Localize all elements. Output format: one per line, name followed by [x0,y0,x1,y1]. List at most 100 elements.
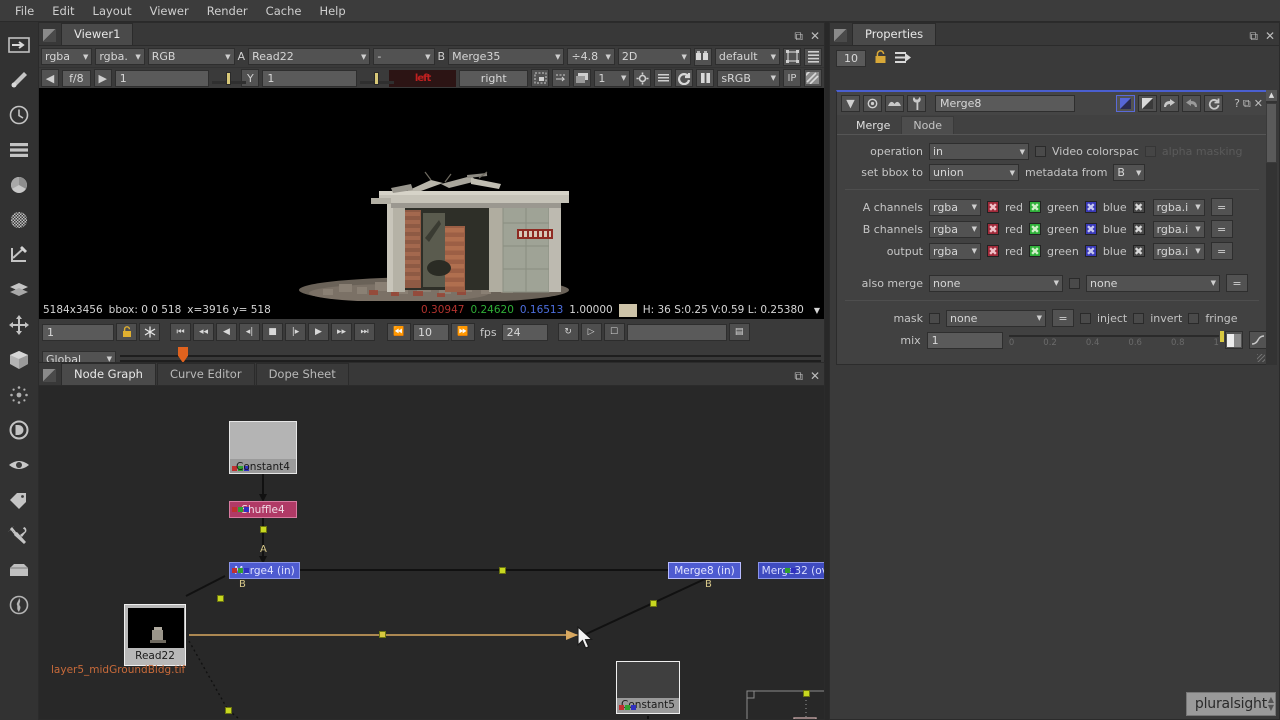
b-channels-dropdown[interactable]: rgba ▼ [929,220,981,238]
watermark-scroll-arrows[interactable]: ▲ ▼ [1268,696,1274,712]
tab-node-graph[interactable]: Node Graph [61,363,156,385]
link-dot[interactable] [217,595,224,602]
tab-dope-sheet[interactable]: Dope Sheet [255,363,349,385]
also-merge-checkbox[interactable] [1069,277,1080,289]
node-read22[interactable]: Read22 [124,604,186,666]
zoom-dropdown[interactable]: ÷4.8 ▼ [567,48,615,65]
menu-viewer[interactable]: Viewer [141,2,198,20]
view-mode-dropdown[interactable]: 2D ▼ [617,48,691,65]
scrollbar-up-icon[interactable]: ▲ [1266,90,1277,101]
merge-icon[interactable] [2,273,36,307]
revert-icon[interactable] [1204,95,1224,112]
viewer-toggle-2-icon[interactable] [1138,95,1158,112]
pause-icon[interactable] [696,69,715,87]
b-green-toggle[interactable]: ✖ [1029,223,1042,236]
close-node-icon[interactable]: ✕ [1254,97,1263,110]
mix-slider[interactable]: 0 0.2 0.4 0.6 0.8 1 [1008,331,1224,349]
node-shuffle4[interactable]: Shuffle4 [229,501,297,518]
timeline-edit-icon[interactable]: ▤ [728,323,750,341]
node-merge32[interactable]: Merge32 (ove [758,562,824,579]
float-panel-icon[interactable]: ⧉ [1249,30,1258,42]
metadata-from-dropdown[interactable]: B ▼ [1113,164,1146,181]
invert-checkbox[interactable] [1133,312,1145,324]
stripes-icon[interactable] [803,69,822,87]
3d-icon[interactable] [2,343,36,377]
gamma-slider[interactable] [359,71,394,86]
panel-grip-icon[interactable] [43,369,56,382]
panel-grip-icon[interactable] [834,29,847,42]
also-merge-equals-button[interactable]: = [1226,274,1248,292]
a-channels-equals-button[interactable]: = [1210,198,1233,216]
output-extra-dropdown[interactable]: rgba.i ▼ [1152,242,1205,260]
close-panel-icon[interactable]: ✕ [1265,30,1275,42]
tab-properties[interactable]: Properties [852,23,937,45]
deep-icon[interactable] [2,413,36,447]
proxy-toggle-icon[interactable] [633,69,652,87]
b-red-toggle[interactable]: ✖ [987,223,999,236]
furnace-icon[interactable] [2,588,36,622]
link-dot[interactable] [379,631,386,638]
link-dot[interactable] [650,600,657,607]
current-frame-input[interactable]: 1 [42,323,114,341]
node-graph-canvas[interactable]: A B A B A B B Constant4 Shuffle4 [39,386,824,719]
close-panel-icon[interactable]: ✕ [810,370,820,382]
output-red-toggle[interactable]: ✖ [987,245,999,258]
resize-grip-icon[interactable] [1257,354,1265,362]
roi-icon[interactable] [531,69,550,87]
viewer-process-dropdown[interactable]: default ▼ [714,48,781,65]
layer-dropdown[interactable]: rgba. ▼ [95,48,145,65]
keyer-icon[interactable] [2,238,36,272]
left-view-button[interactable]: left [389,69,457,87]
first-frame-button[interactable]: ⏮ [170,323,191,341]
mix-curve-icon[interactable] [1248,331,1267,349]
a-channels-dropdown[interactable]: rgba ▼ [929,198,981,216]
roi-rect-icon[interactable] [552,69,571,87]
increment-input[interactable]: 10 [413,323,449,341]
video-colorspace-checkbox[interactable] [1035,146,1046,157]
float-node-icon[interactable]: ⧉ [1243,97,1251,111]
refresh-icon[interactable] [675,69,694,87]
menu-edit[interactable]: Edit [43,2,83,20]
draw-icon[interactable] [2,63,36,97]
link-dot[interactable] [225,707,232,714]
link-dot[interactable] [499,567,506,574]
ip-button[interactable]: IP [782,69,801,87]
particles-icon[interactable] [2,378,36,412]
channel-icon[interactable] [2,133,36,167]
node-constant4[interactable]: Constant4 [229,421,297,474]
mix-gradient-icon[interactable] [1224,331,1243,349]
timecode-field[interactable] [626,323,727,341]
viewer-toggle-1-icon[interactable] [1116,95,1136,112]
views-icon[interactable] [2,448,36,482]
panel-grip-icon[interactable] [43,29,56,42]
transform-icon[interactable] [2,308,36,342]
scrollbar-thumb[interactable] [1266,103,1277,163]
tab-curve-editor[interactable]: Curve Editor [156,363,255,385]
b-channels-extra-dropdown[interactable]: rgba.i ▼ [1152,220,1205,238]
exposure-value[interactable]: f/8 [62,69,91,87]
properties-scrollbar[interactable]: ▲ [1266,90,1277,365]
b-blue-toggle[interactable]: ✖ [1084,223,1097,236]
freeze-icon[interactable] [139,323,160,341]
link-dot[interactable] [803,690,810,697]
history-count-input[interactable]: 10 [836,50,866,67]
exposure-down-button[interactable]: ◀ [41,69,59,87]
b-channels-equals-button[interactable]: = [1210,220,1233,238]
mask-dropdown[interactable]: none ▼ [946,309,1046,327]
step-forward-button[interactable]: |▸ [285,323,306,341]
node-name-input[interactable]: Merge8 [935,95,1075,112]
menu-cache[interactable]: Cache [257,2,311,20]
input-a-dropdown[interactable]: Read22 ▼ [248,48,371,65]
metadata-icon[interactable] [2,483,36,517]
help-icon[interactable]: ? [1234,97,1240,110]
output-equals-button[interactable]: = [1210,242,1233,260]
node-color-icon[interactable] [863,95,882,112]
lock-range-icon[interactable] [116,323,137,341]
tab-node[interactable]: Node [901,116,955,134]
inject-checkbox[interactable] [1080,312,1091,324]
menu-render[interactable]: Render [198,2,257,20]
viewer-image-area[interactable] [39,88,824,301]
filter-icon[interactable] [2,203,36,237]
mask-equals-button[interactable]: = [1052,309,1074,327]
mask-overlay-icon[interactable] [693,47,712,66]
